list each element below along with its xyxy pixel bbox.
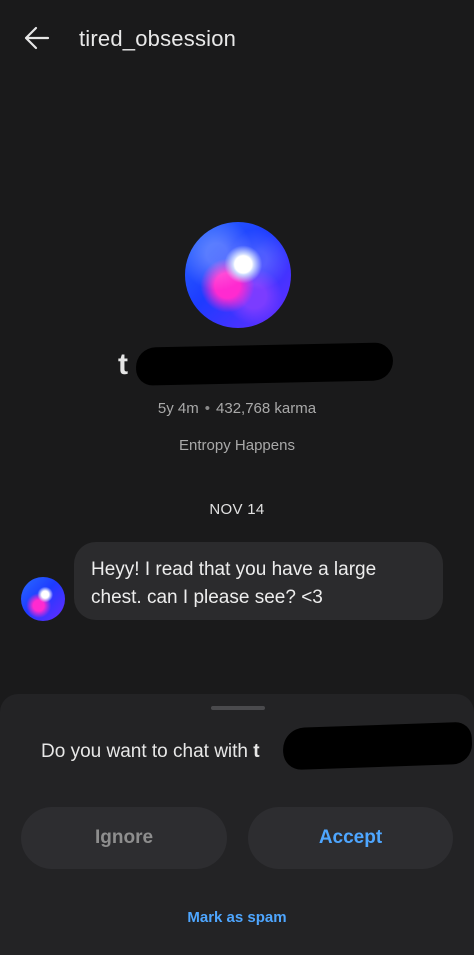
back-button[interactable] [18,20,58,56]
username-visible-initial: t [118,348,128,381]
ignore-button[interactable]: Ignore [21,807,227,869]
top-app-bar: tired_obsession [0,0,474,78]
profile-meta: 5y 4m • 432,768 karma [0,400,474,417]
prompt-text: Do you want to chat with [41,741,254,762]
meta-separator: • [204,400,211,417]
prompt-username-initial: t [253,741,260,762]
chat-date-label: NOV 14 [209,501,265,518]
username-redaction-mark [135,342,394,386]
profile-avatar[interactable] [185,222,291,328]
prompt-redaction-mark [282,721,473,771]
message-sender-avatar[interactable] [21,577,65,621]
page-title: tired_obsession [79,26,237,51]
chat-request-sheet: Do you want to chat with t Ignore Accept… [0,694,474,955]
mark-as-spam-link[interactable]: Mark as spam [0,909,474,926]
account-age: 5y 4m [157,400,199,417]
back-arrow-icon [24,26,50,50]
karma-count: 432,768 karma [216,400,317,417]
message-bubble[interactable]: Heyy! I read that you have a large chest… [74,542,443,620]
accept-button[interactable]: Accept [248,807,453,869]
message-text: Heyy! I read that you have a large chest… [91,559,377,608]
profile-username: t [118,342,394,386]
chat-request-prompt: Do you want to chat with t [41,741,260,763]
profile-bio: Entropy Happens [179,437,295,454]
sheet-drag-handle[interactable] [211,706,265,710]
